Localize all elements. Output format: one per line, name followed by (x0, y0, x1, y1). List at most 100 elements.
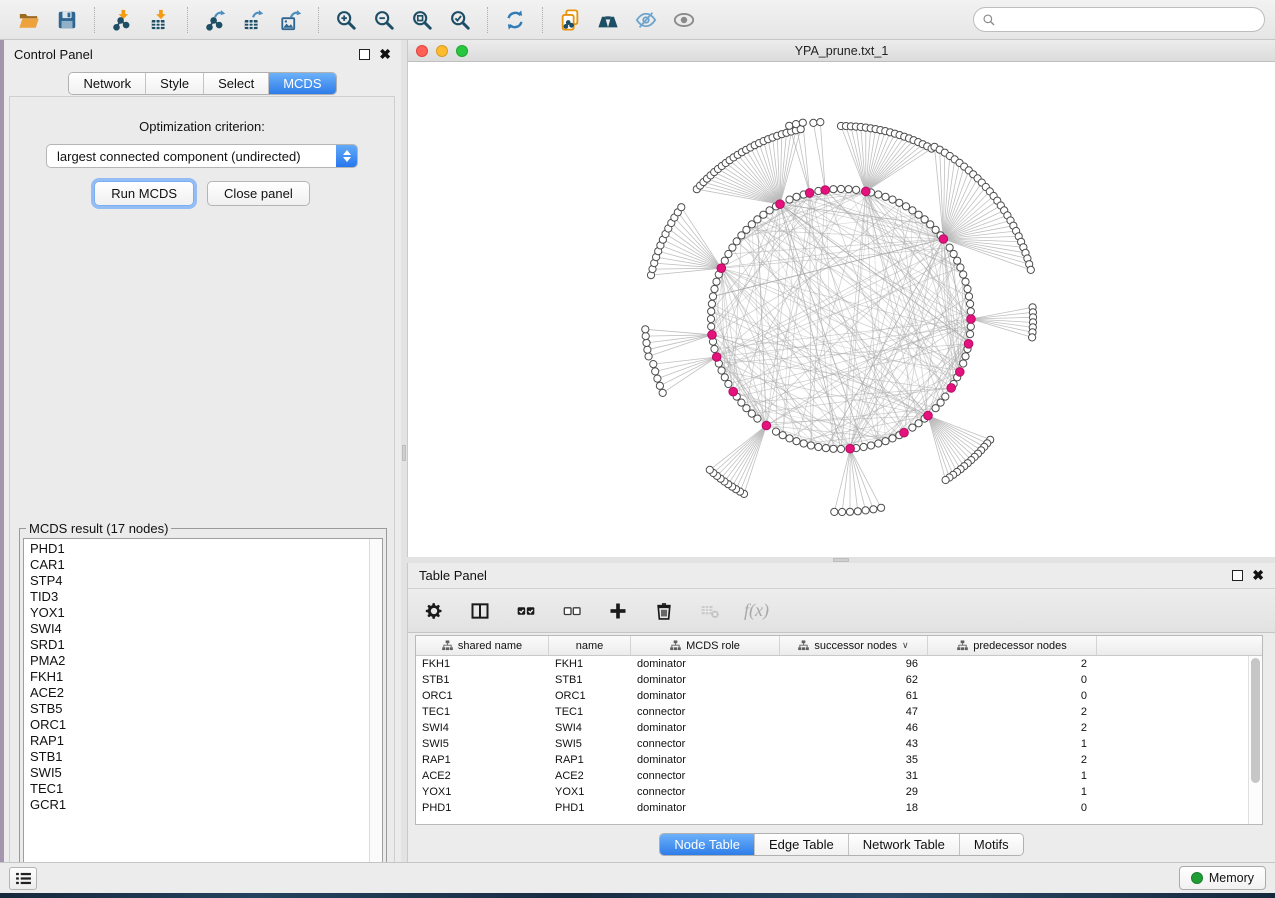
network-node[interactable] (645, 353, 652, 360)
mcds-hub-node[interactable] (924, 411, 933, 420)
mcds-result-item[interactable]: RAP1 (30, 733, 369, 749)
table-row[interactable]: SWI4SWI4dominator462 (416, 720, 1248, 736)
mcds-result-item[interactable]: YOX1 (30, 605, 369, 621)
mcds-hub-node[interactable] (821, 186, 830, 195)
network-node[interactable] (909, 424, 916, 431)
mcds-hub-node[interactable] (729, 387, 738, 396)
zoom-out-button[interactable] (365, 4, 403, 36)
export-network-button[interactable] (196, 4, 234, 36)
tab-style[interactable]: Style (146, 73, 204, 94)
run-mcds-button[interactable]: Run MCDS (94, 181, 194, 206)
network-node[interactable] (915, 211, 922, 218)
table-row[interactable]: SWI5SWI5connector431 (416, 736, 1248, 752)
tab-node-table[interactable]: Node Table (660, 834, 755, 855)
network-node[interactable] (786, 435, 793, 442)
mcds-result-item[interactable]: ACE2 (30, 685, 369, 701)
network-node[interactable] (707, 315, 714, 322)
table-row[interactable]: YOX1YOX1connector291 (416, 784, 1248, 800)
vertical-splitter-grip[interactable] (402, 445, 406, 461)
table-scrollbar[interactable] (1248, 656, 1262, 824)
network-node[interactable] (967, 323, 974, 330)
network-node[interactable] (815, 443, 822, 450)
table-row[interactable]: RAP1RAP1dominator352 (416, 752, 1248, 768)
column-header-successor-nodes[interactable]: successor nodes∨ (780, 636, 928, 655)
network-node[interactable] (810, 119, 817, 126)
tab-network-table[interactable]: Network Table (849, 834, 960, 855)
mcds-result-item[interactable]: TEC1 (30, 781, 369, 797)
float-table-panel-icon[interactable] (1232, 570, 1243, 581)
network-node[interactable] (659, 389, 666, 396)
criterion-dropdown[interactable]: largest connected component (undirected) (46, 144, 358, 168)
mcds-result-item[interactable]: PMA2 (30, 653, 369, 669)
network-node[interactable] (957, 264, 964, 271)
network-node[interactable] (644, 346, 651, 353)
network-node[interactable] (839, 508, 846, 515)
horizontal-splitter-grip[interactable] (833, 558, 849, 562)
network-node[interactable] (779, 432, 786, 439)
network-node[interactable] (654, 375, 661, 382)
network-node[interactable] (706, 466, 713, 473)
network-node[interactable] (967, 308, 974, 315)
network-node[interactable] (837, 185, 844, 192)
column-header-predecessor-nodes[interactable]: predecessor nodes (928, 636, 1097, 655)
network-node[interactable] (733, 238, 740, 245)
search-input[interactable] (1001, 13, 1256, 27)
network-node[interactable] (860, 443, 867, 450)
network-node[interactable] (718, 367, 725, 374)
network-node[interactable] (772, 428, 779, 435)
mcds-result-item[interactable]: GCR1 (30, 797, 369, 813)
network-node[interactable] (793, 193, 800, 200)
delete-columns-button[interactable] (652, 599, 676, 623)
network-node[interactable] (964, 285, 971, 292)
zoom-in-button[interactable] (327, 4, 365, 36)
network-node[interactable] (946, 244, 953, 251)
add-column-button[interactable] (606, 599, 630, 623)
column-header-MCDS-role[interactable]: MCDS role (631, 636, 780, 655)
network-node[interactable] (678, 204, 685, 211)
network-node[interactable] (721, 374, 728, 381)
save-session-button[interactable] (48, 4, 86, 36)
zoom-selected-button[interactable] (441, 4, 479, 36)
mcds-hub-node[interactable] (805, 189, 814, 198)
float-panel-icon[interactable] (359, 49, 370, 60)
network-window-titlebar[interactable]: YPA_prune.txt_1 (408, 40, 1275, 62)
network-node[interactable] (713, 278, 720, 285)
table-row[interactable]: STB1STB1dominator620 (416, 672, 1248, 688)
network-node[interactable] (817, 119, 824, 126)
network-node[interactable] (867, 442, 874, 449)
apply-layout-button[interactable] (496, 4, 534, 36)
close-table-panel-icon[interactable]: ✖ (1252, 570, 1264, 581)
network-node[interactable] (854, 508, 861, 515)
network-node[interactable] (708, 300, 715, 307)
network-node[interactable] (656, 382, 663, 389)
network-node[interactable] (942, 476, 949, 483)
network-node[interactable] (738, 399, 745, 406)
network-node[interactable] (652, 368, 659, 375)
mcds-hub-node[interactable] (776, 200, 785, 209)
mcds-hub-node[interactable] (862, 187, 871, 196)
memory-button[interactable]: Memory (1179, 866, 1266, 890)
network-node[interactable] (1029, 334, 1036, 341)
mcds-result-item[interactable]: STB5 (30, 701, 369, 717)
mcds-hub-node[interactable] (717, 264, 726, 273)
hide-selected-button[interactable] (627, 4, 665, 36)
show-panels-button[interactable] (9, 867, 37, 890)
table-row[interactable]: ACE2ACE2connector311 (416, 768, 1248, 784)
network-node[interactable] (792, 121, 799, 128)
network-node[interactable] (889, 435, 896, 442)
network-node[interactable] (902, 203, 909, 210)
network-node[interactable] (950, 250, 957, 257)
network-node[interactable] (642, 326, 649, 333)
network-node[interactable] (650, 361, 657, 368)
network-node[interactable] (822, 445, 829, 452)
settings-button[interactable] (422, 599, 446, 623)
network-node[interactable] (875, 191, 882, 198)
deselect-all-button[interactable] (560, 599, 584, 623)
mcds-hub-node[interactable] (712, 353, 721, 362)
network-node[interactable] (965, 293, 972, 300)
network-node[interactable] (896, 199, 903, 206)
export-image-button[interactable] (272, 4, 310, 36)
network-node[interactable] (711, 285, 718, 292)
network-node[interactable] (754, 216, 761, 223)
network-node[interactable] (870, 506, 877, 513)
